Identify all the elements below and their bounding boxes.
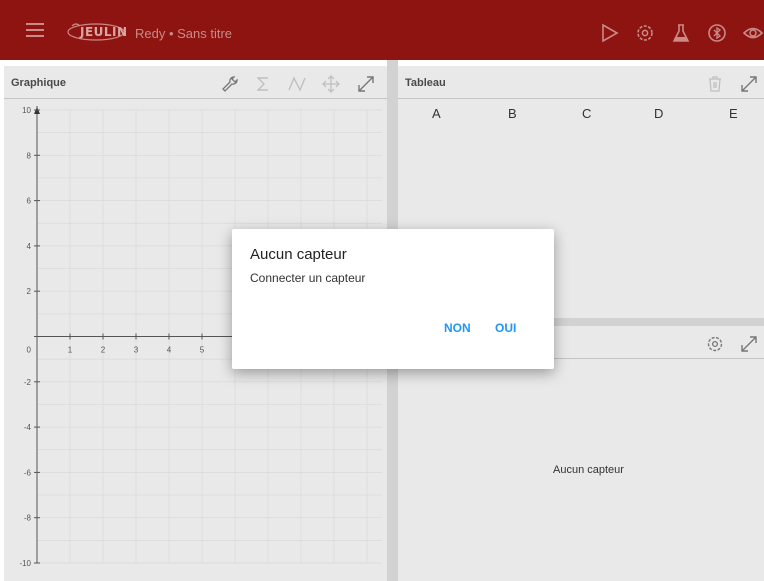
dialog-message: Connecter un capteur: [250, 271, 366, 285]
no-button[interactable]: NON: [444, 321, 471, 335]
no-sensor-dialog: Aucun capteur Connecter un capteur NON O…: [232, 229, 554, 369]
dialog-title: Aucun capteur: [250, 246, 347, 263]
yes-button[interactable]: OUI: [495, 321, 516, 335]
